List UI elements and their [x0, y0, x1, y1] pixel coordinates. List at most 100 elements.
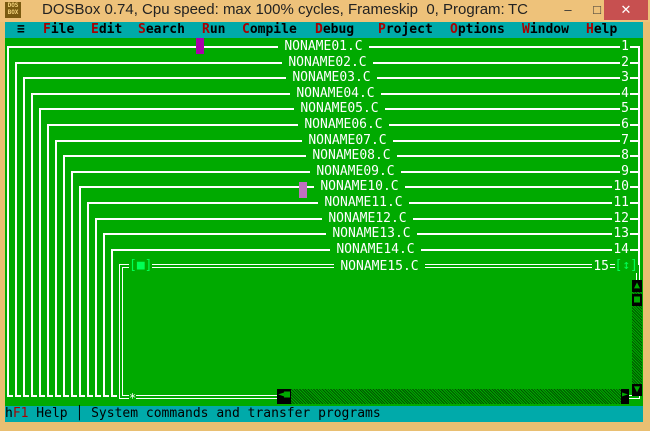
window-number: 7 [620, 132, 630, 148]
menu-hotkey: S [138, 22, 146, 37]
menu-hotkey: D [315, 22, 323, 37]
window-number: 1 [620, 39, 630, 54]
menu-label: roject [385, 22, 433, 37]
window-title: NONAME15.C [334, 259, 425, 275]
window-title: NONAME08.C [306, 148, 397, 164]
close-button[interactable]: ✕ [604, 0, 648, 20]
window-bottom-corner [95, 395, 101, 397]
close-box-button[interactable]: [■] [129, 258, 153, 274]
window-bottom-corner [31, 395, 37, 397]
window-number: 12 [612, 210, 630, 226]
mouse-cursor-block [196, 38, 204, 54]
window-bottom-corner [87, 395, 93, 397]
window-number: 4 [620, 85, 630, 101]
window-title: NONAME06.C [298, 117, 389, 132]
menu-label: ebug [322, 22, 355, 37]
horizontal-scrollbar[interactable]: ◄■ ► [277, 389, 629, 404]
menu-label: elp [593, 22, 618, 37]
window-bottom-corner [71, 395, 77, 397]
window-number: 10 [612, 179, 630, 195]
scroll-left-icon[interactable]: ◄■ [277, 389, 291, 404]
menu-label: ompile [249, 22, 297, 37]
window-number: 11 [612, 195, 630, 210]
window-number: 2 [620, 54, 630, 70]
window-bottom-corner [79, 395, 85, 397]
window-title: DOSBox 0.74, Cpu speed: max 100% cycles,… [42, 1, 505, 18]
window-bottom-corner [23, 395, 29, 397]
program-name: TC [508, 1, 528, 18]
menu-file[interactable]: File [43, 22, 74, 38]
menu-debug[interactable]: Debug [315, 22, 354, 38]
window-bottom-corner [47, 395, 53, 397]
menu-search[interactable]: Search [138, 22, 185, 38]
window-title: NONAME01.C [278, 39, 369, 54]
help-hotkey[interactable]: F1 [13, 406, 29, 421]
window-bottom-corner [103, 395, 109, 397]
window-title: NONAME10.C [314, 179, 405, 195]
zoom-box-button[interactable]: [↕] [614, 258, 638, 274]
menu-project[interactable]: Project [378, 22, 433, 38]
minimize-button[interactable]: – [555, 0, 581, 20]
window-bottom-corner [7, 395, 13, 397]
menu-hotkey: ≡ [17, 22, 25, 37]
window-bottom-corner [111, 395, 117, 397]
menu-hotkey: C [242, 22, 250, 37]
menu-edit[interactable]: Edit [91, 22, 122, 38]
window-title: NONAME03.C [286, 70, 377, 86]
editor-window[interactable]: NONAME15.C 15 [■] [↕] * [119, 258, 640, 405]
status-prefix: h [5, 406, 13, 421]
scroll-up-icon[interactable]: ▲ [632, 280, 642, 292]
menu-hotkey: E [91, 22, 99, 37]
window-number: 15 [592, 259, 610, 275]
window-title: NONAME04.C [290, 85, 381, 101]
window-number: 8 [620, 148, 630, 164]
menu-window[interactable]: Window [522, 22, 569, 38]
window-title: NONAME13.C [326, 226, 417, 242]
window-bottom-corner [15, 395, 21, 397]
menu-label: ptions [457, 22, 505, 37]
scroll-right-icon[interactable]: ► [621, 389, 629, 404]
menu-compile[interactable]: Compile [242, 22, 297, 38]
menu-hotkey: O [450, 22, 458, 37]
menu-hotkey: R [202, 22, 210, 37]
window-titlebar: DOS BOX DOSBox 0.74, Cpu speed: max 100%… [0, 0, 650, 22]
menu-options[interactable]: Options [450, 22, 505, 38]
window-bottom-corner [55, 395, 61, 397]
status-text: Help │ System commands and transfer prog… [28, 406, 381, 421]
menu-hotkey: F [43, 22, 51, 37]
text-cursor-block [299, 182, 307, 198]
menu-label: dit [98, 22, 123, 37]
menu-label: ile [50, 22, 75, 37]
window-number: 6 [620, 117, 630, 132]
window-bottom-corner [39, 395, 45, 397]
menu-help[interactable]: Help [586, 22, 617, 38]
window-number: 13 [612, 226, 630, 242]
window-title: NONAME02.C [282, 54, 373, 70]
window-title: NONAME14.C [330, 241, 421, 257]
scroll-down-icon[interactable]: ▼ [632, 384, 642, 396]
menu-label: un [209, 22, 226, 37]
menu-system[interactable]: ≡ [17, 22, 25, 38]
window-number: 9 [620, 163, 630, 179]
cursor-position-indicator: * [129, 391, 137, 405]
window-title: NONAME05.C [294, 101, 385, 117]
dosbox-icon: DOS BOX [5, 2, 21, 18]
menu-hotkey: H [586, 22, 594, 37]
window-title: NONAME07.C [302, 132, 393, 148]
window-bottom-corner [63, 395, 69, 397]
window-title: NONAME12.C [322, 210, 413, 226]
vertical-scrollbar[interactable]: ▲ ■ ▼ [632, 280, 642, 396]
menu-label: indow [529, 22, 569, 37]
scroll-thumb[interactable]: ■ [632, 294, 642, 306]
dos-screen: ≡ File Edit Search Run Compile Debug Project Opt… [5, 22, 643, 422]
window-title: NONAME11.C [318, 195, 409, 210]
window-number: 3 [620, 70, 630, 86]
window-number: 14 [612, 241, 630, 257]
menu-run[interactable]: Run [202, 22, 225, 38]
window-title: NONAME09.C [310, 163, 401, 179]
status-bar: hF1 Help │ System commands and transfer … [5, 406, 643, 422]
window-number: 5 [620, 101, 630, 117]
menu-hotkey: W [522, 22, 530, 37]
menu-label: earch [145, 22, 185, 37]
menu-hotkey: P [378, 22, 386, 37]
